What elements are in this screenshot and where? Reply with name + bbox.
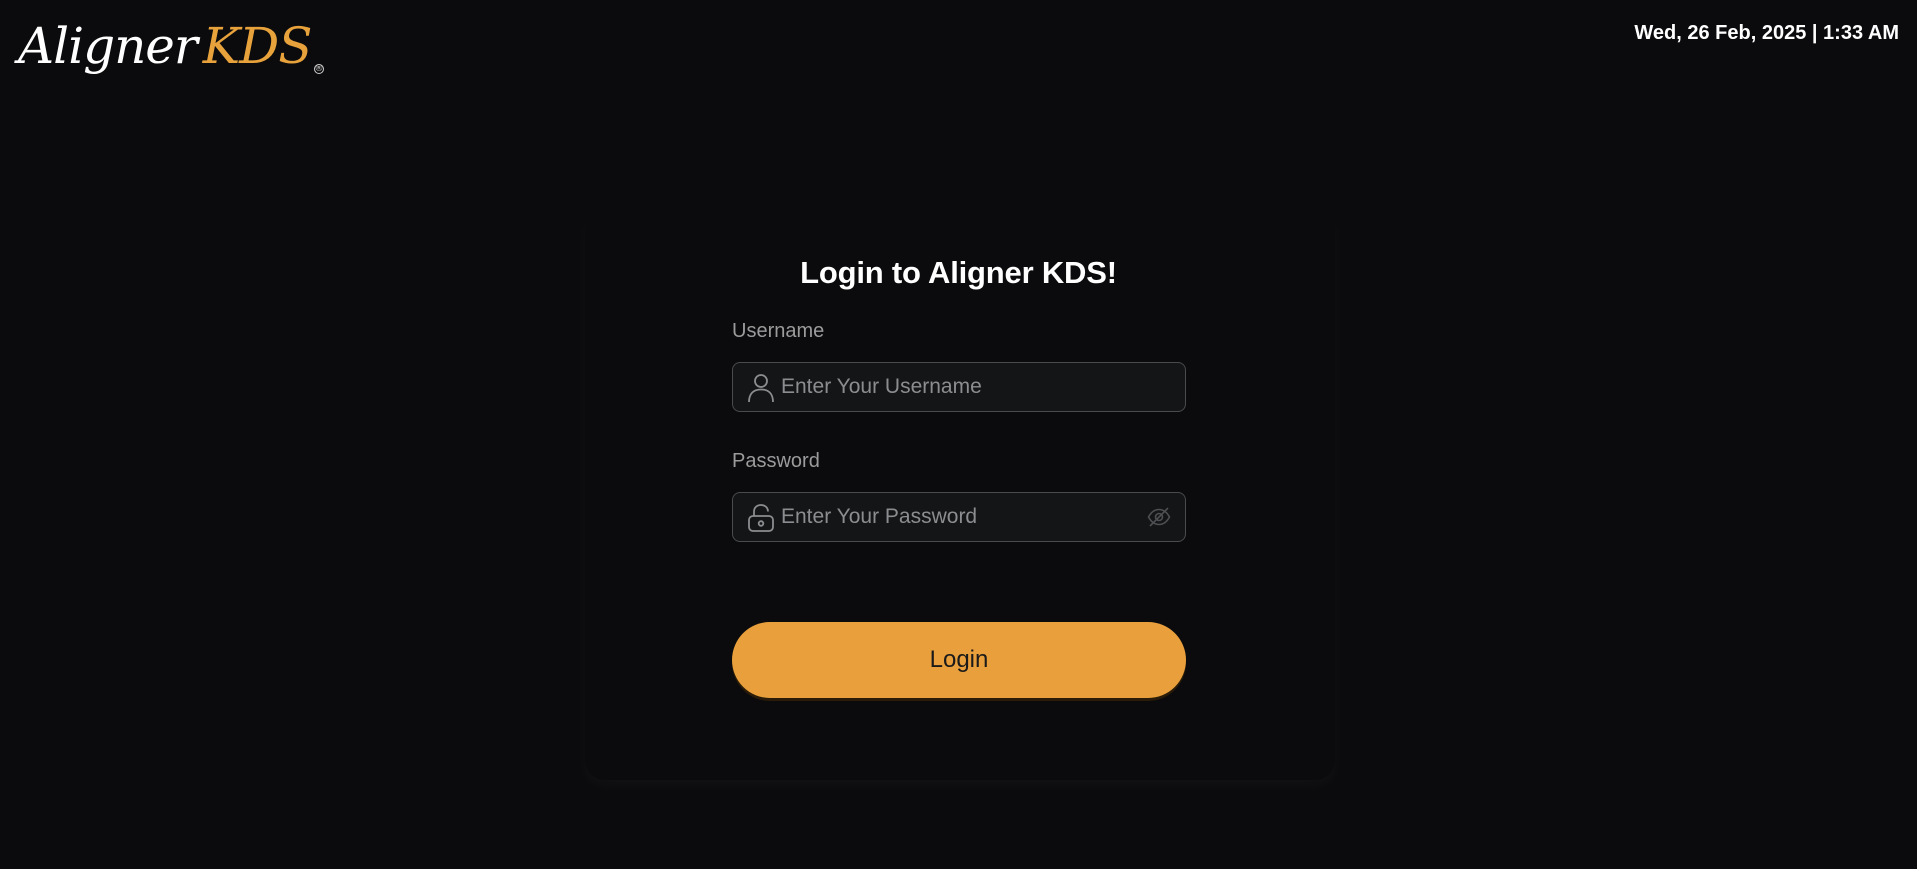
password-input[interactable] <box>781 493 1141 541</box>
registered-mark: ® <box>313 64 324 74</box>
username-field[interactable] <box>732 362 1186 412</box>
user-icon <box>747 373 775 403</box>
password-field[interactable] <box>732 492 1186 542</box>
username-label: Username <box>732 320 825 342</box>
eye-off-icon[interactable] <box>1147 506 1171 528</box>
current-datetime: Wed, 26 Feb, 2025 | 1:33 AM <box>1634 22 1899 44</box>
page-title: Login to Aligner KDS! <box>800 255 1117 290</box>
logo-word-aligner: Aligner <box>18 17 198 75</box>
login-button[interactable]: Login <box>732 622 1186 698</box>
login-screen: Aligner KDS ® Wed, 26 Feb, 2025 | 1:33 A… <box>0 0 1917 869</box>
username-input[interactable] <box>781 363 1141 411</box>
logo-word-kds: KDS <box>202 17 313 75</box>
lock-icon <box>747 503 775 533</box>
aligner-kds-logo: Aligner KDS ® <box>18 18 324 82</box>
password-label: Password <box>732 450 820 472</box>
